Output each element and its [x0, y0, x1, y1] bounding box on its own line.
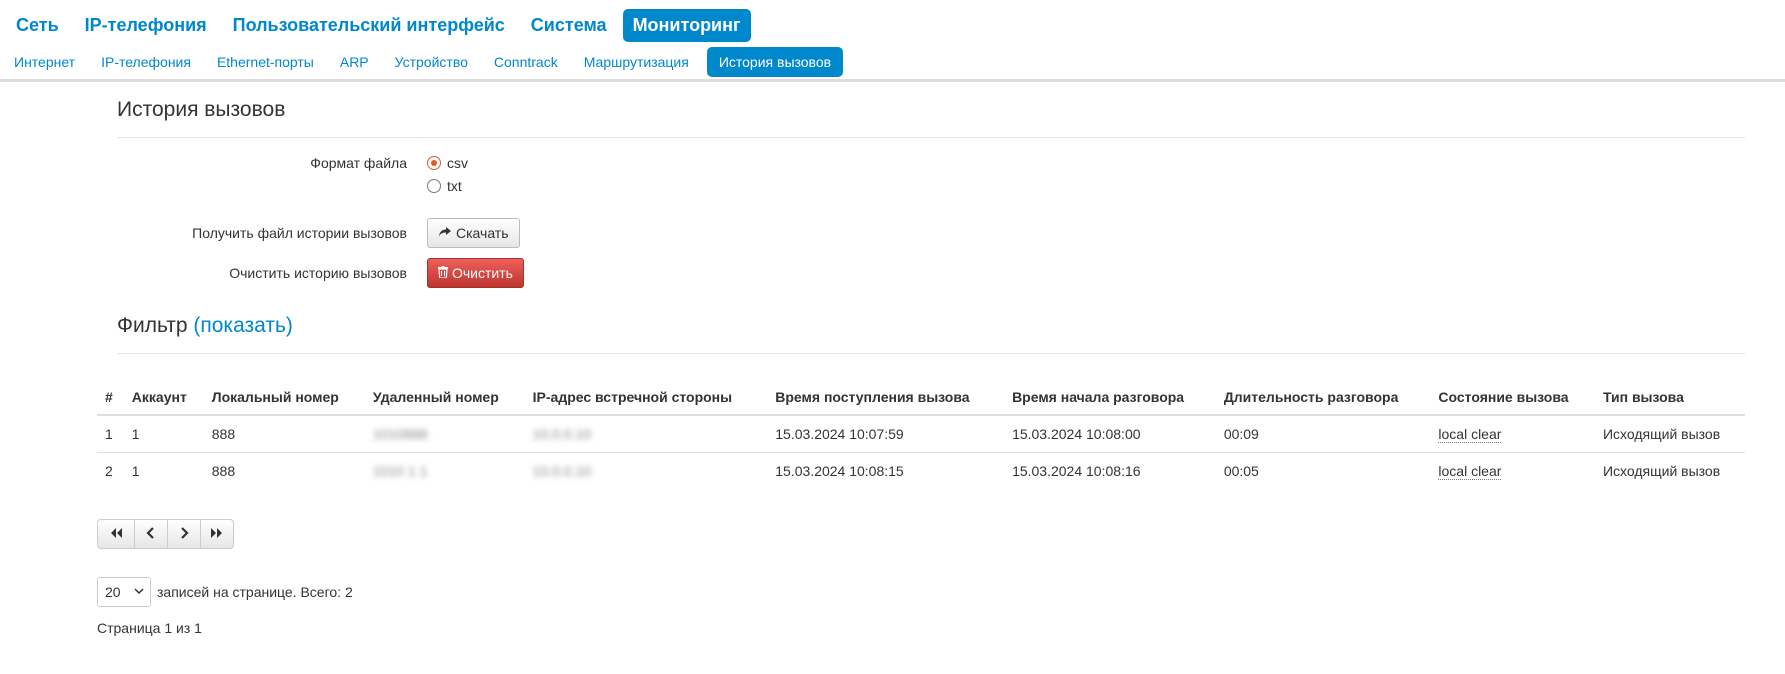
- clear-button-label: Очистить: [452, 265, 513, 281]
- trash-icon: [438, 265, 448, 281]
- section-title: История вызовов: [117, 98, 286, 121]
- filter-title: Фильтр: [117, 314, 188, 337]
- state-tooltip-link[interactable]: local clear: [1438, 462, 1502, 480]
- subtab-internet[interactable]: Интернет: [6, 48, 83, 77]
- cell-type: Исходящий вызов: [1594, 415, 1745, 453]
- format-txt-label: txt: [447, 178, 462, 194]
- table-header-row: # Аккаунт Локальный номер Удаленный номе…: [97, 380, 1745, 416]
- tab-system[interactable]: Система: [521, 9, 617, 42]
- download-row: Получить файл истории вызовов Скачать: [0, 218, 1785, 248]
- call-history-table: # Аккаунт Локальный номер Удаленный номе…: [97, 380, 1745, 489]
- cell-remote-ip: 10.0.0.10: [525, 452, 768, 489]
- chevron-down-icon: [134, 587, 144, 598]
- clear-row: Очистить историю вызовов Очистить: [0, 258, 1785, 288]
- subtab-device[interactable]: Устройство: [387, 48, 476, 77]
- per-page-control: 20 записей на странице. Всего: 2: [97, 577, 353, 607]
- pagination: [97, 519, 234, 549]
- col-number[interactable]: #: [97, 380, 124, 416]
- cell-type: Исходящий вызов: [1602, 462, 1721, 479]
- cell-account: 1: [123, 415, 204, 453]
- cell-local-number: 888: [211, 462, 236, 479]
- cell-remote-number: 1010 1 1: [365, 452, 525, 489]
- section-divider: [117, 137, 1745, 138]
- format-txt-radio[interactable]: txt: [427, 178, 462, 194]
- filter-divider: [117, 353, 1745, 354]
- cell-local-number: 888: [203, 415, 365, 453]
- remote-ip-blurred: 10.0.0.10: [532, 462, 592, 479]
- subtab-routing[interactable]: Маршрутизация: [576, 48, 697, 77]
- col-start-time[interactable]: Время начала разговора: [1004, 380, 1216, 416]
- cell-start-time: 15.03.2024 10:08:00: [1004, 415, 1216, 453]
- cell-number: 1: [97, 415, 124, 453]
- cell-duration: 00:09: [1215, 415, 1431, 453]
- col-received-time[interactable]: Время поступления вызова: [767, 380, 1005, 416]
- col-state[interactable]: Состояние вызова: [1430, 380, 1595, 416]
- per-page-select[interactable]: 20: [97, 577, 151, 607]
- chevron-left-icon: [146, 526, 156, 542]
- cell-state: local clear: [1430, 452, 1595, 489]
- col-remote-ip[interactable]: IP-адрес встречной стороны: [524, 380, 768, 416]
- cell-received-time: 15.03.2024 10:08:15: [775, 462, 904, 479]
- download-label: Получить файл истории вызовов: [192, 225, 407, 241]
- format-csv-radio[interactable]: csv: [427, 155, 468, 171]
- double-chevron-left-icon: [109, 527, 123, 542]
- last-page-button[interactable]: [200, 519, 234, 549]
- subtab-conntrack[interactable]: Conntrack: [486, 48, 566, 77]
- subtab-ethernet-ports[interactable]: Ethernet-порты: [209, 48, 322, 77]
- col-type[interactable]: Тип вызова: [1594, 380, 1745, 416]
- cell-account: 1: [131, 462, 140, 479]
- col-remote-number[interactable]: Удаленный номер: [364, 380, 525, 416]
- format-csv-label: csv: [447, 155, 468, 171]
- prev-page-button[interactable]: [134, 519, 168, 549]
- subtab-arp[interactable]: ARP: [332, 48, 377, 77]
- clear-label: Очистить историю вызовов: [229, 265, 407, 281]
- tab-monitoring[interactable]: Мониторинг: [622, 8, 751, 42]
- remote-number-blurred: 1010 1 1: [372, 462, 428, 479]
- cell-remote-ip: 10.0.0.10: [524, 415, 768, 453]
- radio-unchecked-icon: [427, 179, 441, 193]
- cell-received-time: 15.03.2024 10:07:59: [767, 415, 1005, 453]
- share-arrow-icon: [438, 226, 452, 241]
- tab-network[interactable]: Сеть: [6, 9, 69, 42]
- remote-ip-blurred: 10.0.0.10: [532, 425, 592, 442]
- cell-duration: 00:05: [1223, 462, 1259, 479]
- subtab-call-history[interactable]: История вызовов: [706, 47, 844, 77]
- download-button-label: Скачать: [456, 225, 509, 241]
- per-page-text: записей на странице. Всего: 2: [157, 584, 353, 600]
- double-chevron-right-icon: [210, 527, 224, 542]
- subtab-ip-telephony[interactable]: IP-телефония: [93, 48, 199, 77]
- col-local-number[interactable]: Локальный номер: [203, 380, 365, 416]
- remote-number-blurred: 1010888: [372, 425, 428, 442]
- cell-remote-number: 1010888: [364, 415, 525, 453]
- state-tooltip-link[interactable]: local clear: [1438, 425, 1502, 443]
- per-page-value: 20: [105, 584, 121, 600]
- cell-state: local clear: [1430, 415, 1595, 453]
- radio-checked-icon: [427, 156, 441, 170]
- tab-user-interface[interactable]: Пользовательский интерфейс: [223, 9, 515, 42]
- col-account[interactable]: Аккаунт: [123, 380, 204, 416]
- filter-heading: Фильтр (показать): [117, 314, 293, 338]
- table-row: 1 1 888 1010888 10.0.0.10 15.03.2024 10:…: [97, 415, 1745, 453]
- cell-number: 2: [105, 462, 113, 479]
- cell-start-time: 15.03.2024 10:08:16: [1012, 462, 1141, 479]
- next-page-button[interactable]: [167, 519, 201, 549]
- page-info: Страница 1 из 1: [97, 620, 202, 636]
- filter-toggle-link[interactable]: (показать): [193, 314, 293, 337]
- format-label: Формат файла: [310, 155, 407, 171]
- sub-nav: Интернет IP-телефония Ethernet-порты ARP…: [0, 43, 1785, 82]
- chevron-right-icon: [179, 526, 189, 542]
- download-button[interactable]: Скачать: [427, 218, 520, 248]
- clear-button[interactable]: Очистить: [427, 258, 524, 288]
- col-duration[interactable]: Длительность разговора: [1215, 380, 1431, 416]
- top-nav: Сеть IP-телефония Пользовательский интер…: [0, 0, 1785, 43]
- table-row: 2 1 888 1010 1 1 10.0.0.10 15.03.2024 10…: [97, 452, 1745, 489]
- first-page-button[interactable]: [97, 519, 135, 549]
- tab-ip-telephony[interactable]: IP-телефония: [75, 9, 217, 42]
- format-row: Формат файла csv txt: [0, 152, 1785, 194]
